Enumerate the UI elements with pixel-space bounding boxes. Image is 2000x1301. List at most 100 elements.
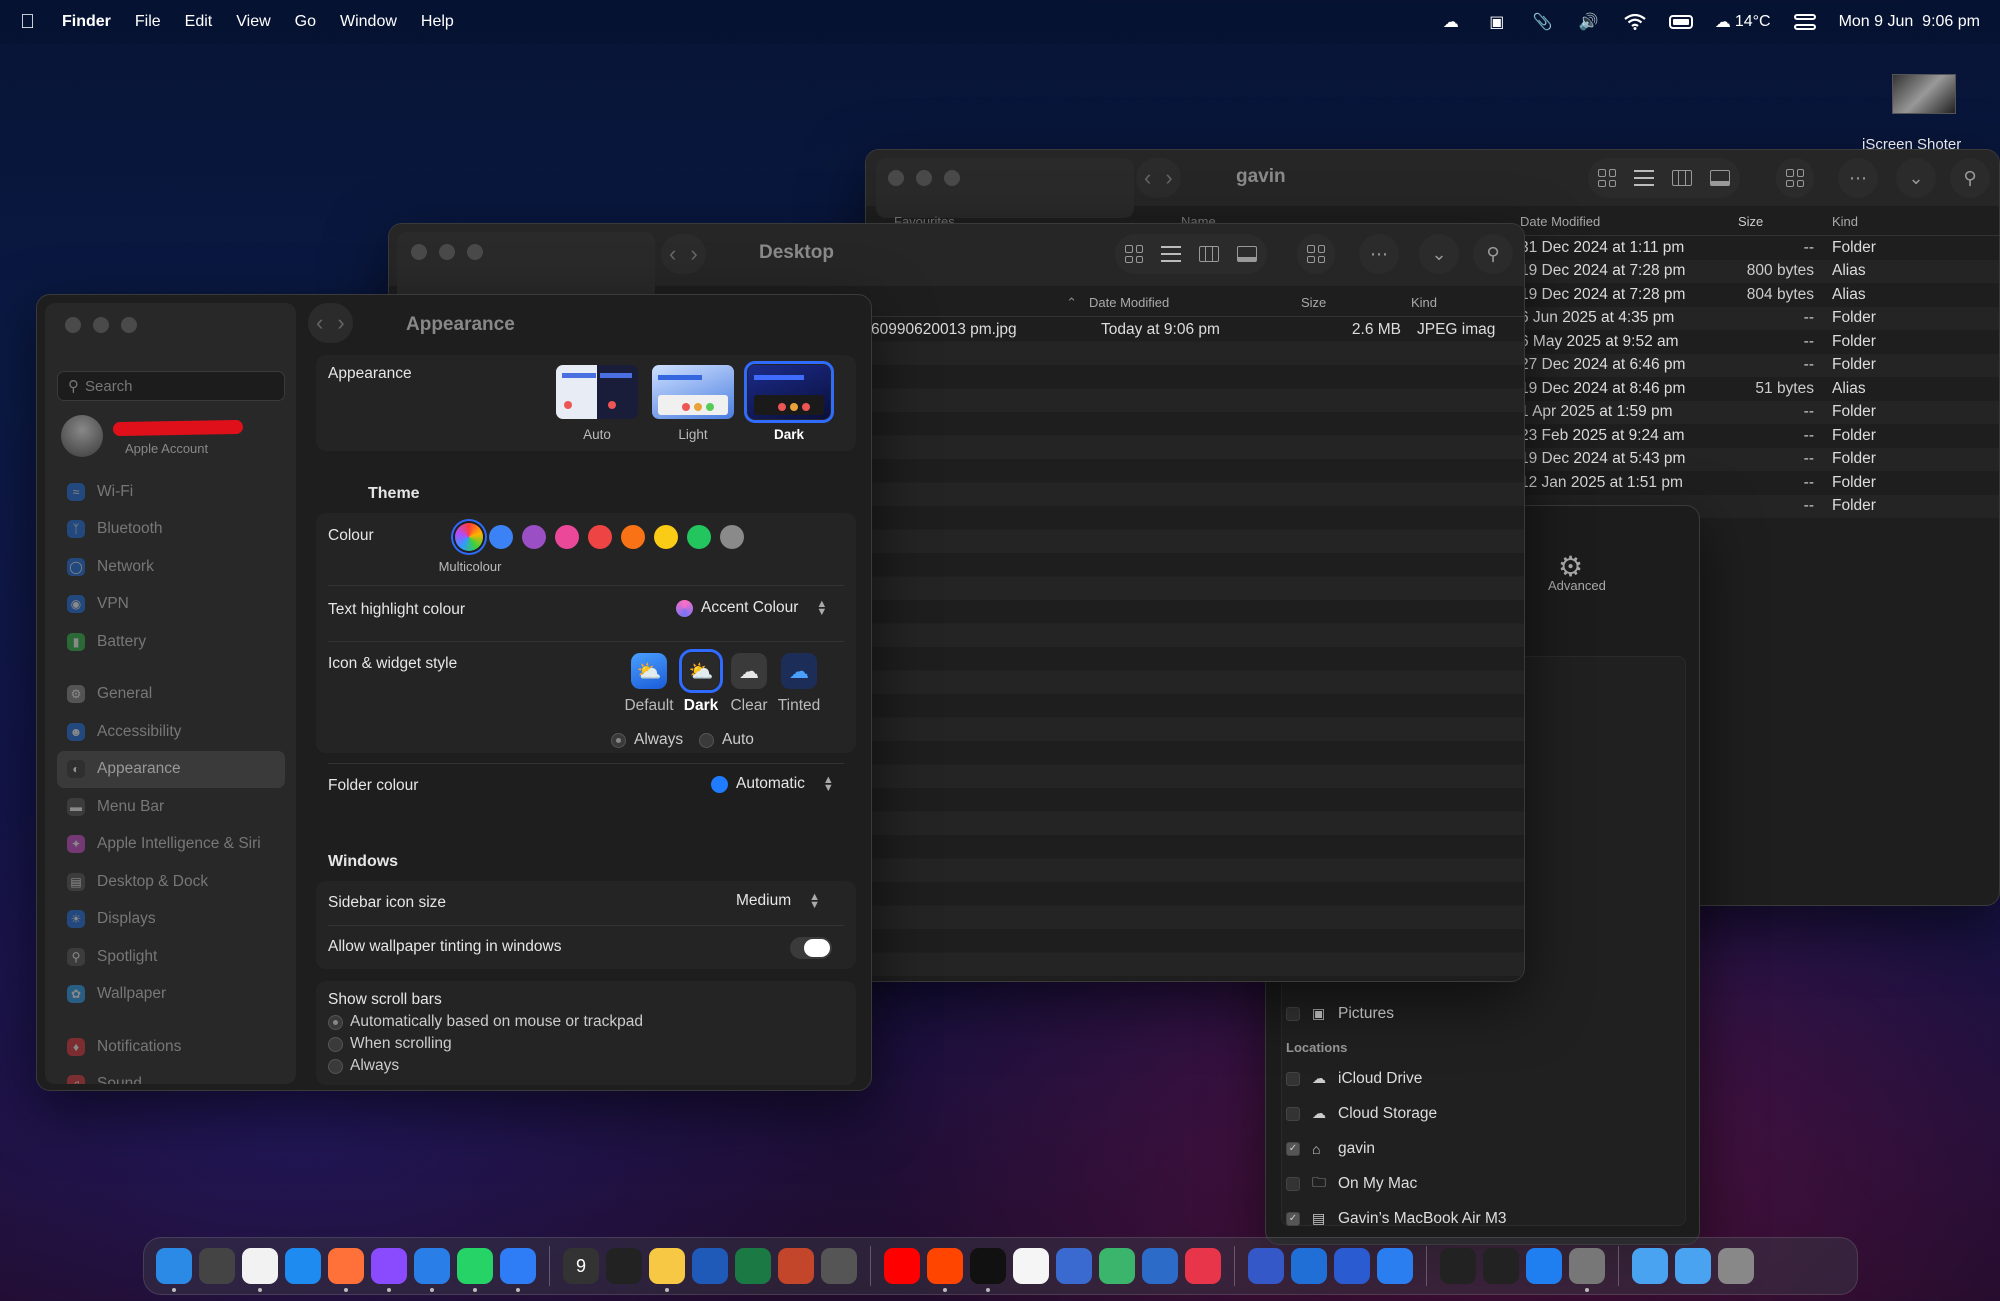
zoom-button[interactable] [467, 244, 483, 260]
table-row[interactable]: 6 May 2025 at 9:52 am -- Folder [1516, 330, 1999, 354]
sidebar-item-network[interactable]: ◯ Network [57, 548, 285, 586]
safari-icon[interactable] [285, 1248, 321, 1284]
file-row[interactable]: 60990620013 pm.jpg Today at 9:06 pm 2.6 … [869, 318, 1524, 342]
calculator-icon[interactable] [821, 1248, 857, 1284]
column-header-date[interactable]: Date Modified [1089, 295, 1301, 310]
battery-icon[interactable] [1668, 12, 1693, 32]
sidebar-item-wi-fi[interactable]: ≈ Wi-Fi [57, 473, 285, 511]
close-button[interactable] [888, 170, 904, 186]
calendar-icon[interactable]: 9 [563, 1248, 599, 1284]
screen-icon[interactable] [1334, 1248, 1370, 1284]
list-item[interactable]: ☁ iCloud Drive [1286, 1061, 1676, 1096]
appearance-light-thumb[interactable] [652, 365, 734, 419]
apple-account-label[interactable]: Apple Account [125, 441, 208, 456]
column-header-kind[interactable]: Kind [1411, 295, 1521, 310]
zoom-button[interactable] [944, 170, 960, 186]
table-row[interactable]: 1 Apr 2025 at 1:59 pm -- Folder [1516, 400, 1999, 424]
zoom-button[interactable] [121, 317, 137, 333]
colour-swatch[interactable] [720, 525, 744, 549]
folder-colour-popup[interactable]: Automatic ▲ ▼ [711, 775, 834, 794]
photos-icon[interactable] [1013, 1248, 1049, 1284]
group-button[interactable] [1297, 234, 1335, 274]
downloads-icon[interactable] [1632, 1248, 1668, 1284]
forward-button[interactable]: › [1165, 165, 1172, 191]
sidebar-item-wallpaper[interactable]: ✿ Wallpaper [57, 976, 285, 1014]
minimize-button[interactable] [439, 244, 455, 260]
column-header-size[interactable]: Size [1728, 214, 1822, 229]
table-row[interactable]: 27 Dec 2024 at 6:46 pm -- Folder [1516, 353, 1999, 377]
colour-swatch[interactable] [621, 525, 645, 549]
column-view-icon[interactable] [1672, 170, 1692, 186]
colour-swatch[interactable] [654, 525, 678, 549]
menu-app-finder[interactable]: Finder [62, 13, 111, 31]
trash-icon[interactable] [1718, 1248, 1754, 1284]
avatar[interactable] [61, 415, 103, 457]
list-view-icon[interactable] [1161, 246, 1181, 262]
firefox-icon[interactable] [328, 1248, 364, 1292]
sidebar-item-appearance[interactable]: ◐ Appearance [57, 750, 285, 788]
colour-swatch[interactable] [687, 525, 711, 549]
checkbox[interactable] [1286, 1176, 1300, 1191]
weather-widget[interactable]: ☁ 14°C [1715, 12, 1771, 32]
list-item[interactable]: 🗀 On My Mac [1286, 1166, 1676, 1201]
menu-go[interactable]: Go [295, 13, 316, 31]
search-icon[interactable]: ⚲ [1473, 234, 1513, 274]
launchpad-icon[interactable] [199, 1248, 235, 1284]
close-button[interactable] [411, 244, 427, 260]
sidebar-item-menu-bar[interactable]: ▬ Menu Bar [57, 788, 285, 826]
icon-style-default[interactable]: ⛅ [631, 653, 667, 689]
colour-swatch[interactable] [522, 525, 546, 549]
news-icon[interactable] [1185, 1248, 1221, 1284]
column-header-date[interactable]: Date Modified [1516, 214, 1728, 229]
minimize-button[interactable] [916, 170, 932, 186]
sidebar-item-apple-intelligence-siri[interactable]: ✦ Apple Intelligence & Siri [57, 826, 285, 864]
word-icon[interactable] [692, 1248, 728, 1284]
system-settings-icon[interactable] [1569, 1248, 1605, 1292]
messenger-icon[interactable] [500, 1248, 536, 1292]
sidebar-item-accessibility[interactable]: ☻ Accessibility [57, 713, 285, 751]
messenger-2-icon[interactable] [1248, 1248, 1284, 1284]
checkbox[interactable]: ✓ [1286, 1211, 1300, 1226]
colour-swatch[interactable] [555, 525, 579, 549]
list-item[interactable]: ▣ Pictures [1286, 996, 1676, 1031]
icon-style-clear[interactable]: ☁ [731, 653, 767, 689]
applications-icon[interactable] [1675, 1248, 1711, 1284]
volume-icon[interactable]: 🔊 [1577, 12, 1601, 32]
column-header-kind[interactable]: Kind [1822, 214, 1992, 229]
sidebar-item-general[interactable]: ⚙ General [57, 676, 285, 714]
tv-icon[interactable] [970, 1248, 1006, 1292]
list-item[interactable]: ☁ Cloud Storage [1286, 1096, 1676, 1131]
menu-edit[interactable]: Edit [185, 13, 213, 31]
finder-icon[interactable] [156, 1248, 192, 1292]
column-header-size[interactable]: Size [1301, 295, 1411, 310]
sidebar-item-spotlight[interactable]: ⚲ Spotlight [57, 938, 285, 976]
wifi-icon[interactable] [1623, 12, 1647, 32]
radio-auto[interactable] [699, 733, 714, 748]
checkbox[interactable] [1286, 1106, 1300, 1121]
windows-app-icon[interactable] [1377, 1248, 1413, 1284]
radio-scroll-when[interactable] [328, 1037, 343, 1052]
radio-always[interactable] [611, 733, 626, 748]
highlight-popup[interactable]: Accent Colour ▲ ▼ [676, 599, 827, 618]
paperclip-icon[interactable]: 📎 [1531, 12, 1555, 32]
list-item[interactable]: ✓ ▤ Gavin’s MacBook Air M3 [1286, 1201, 1676, 1236]
table-row[interactable]: 19 Dec 2024 at 5:43 pm -- Folder [1516, 447, 1999, 471]
chrome-icon[interactable] [242, 1248, 278, 1292]
reminders-icon[interactable] [606, 1248, 642, 1284]
weather-icon[interactable] [1142, 1248, 1178, 1284]
chevron-down-icon[interactable]: ⌄ [1896, 158, 1936, 198]
radio-scroll-always[interactable] [328, 1059, 343, 1074]
back-button[interactable]: ‹ [316, 310, 323, 336]
excel-icon[interactable] [735, 1248, 771, 1284]
sidebar-item-bluetooth[interactable]: ᛉ Bluetooth [57, 511, 285, 549]
forward-button[interactable]: › [690, 241, 697, 267]
colour-swatch[interactable] [588, 525, 612, 549]
sidebar-item-battery[interactable]: ▮ Battery [57, 623, 285, 661]
checkbox[interactable] [1286, 1006, 1300, 1021]
sidebar-item-desktop-dock[interactable]: ▤ Desktop & Dock [57, 863, 285, 901]
menu-help[interactable]: Help [421, 13, 454, 31]
reddit-icon[interactable] [927, 1248, 963, 1292]
forward-button[interactable]: › [337, 310, 344, 336]
notes-icon[interactable] [649, 1248, 685, 1292]
firefox-dev-icon[interactable] [371, 1248, 407, 1292]
